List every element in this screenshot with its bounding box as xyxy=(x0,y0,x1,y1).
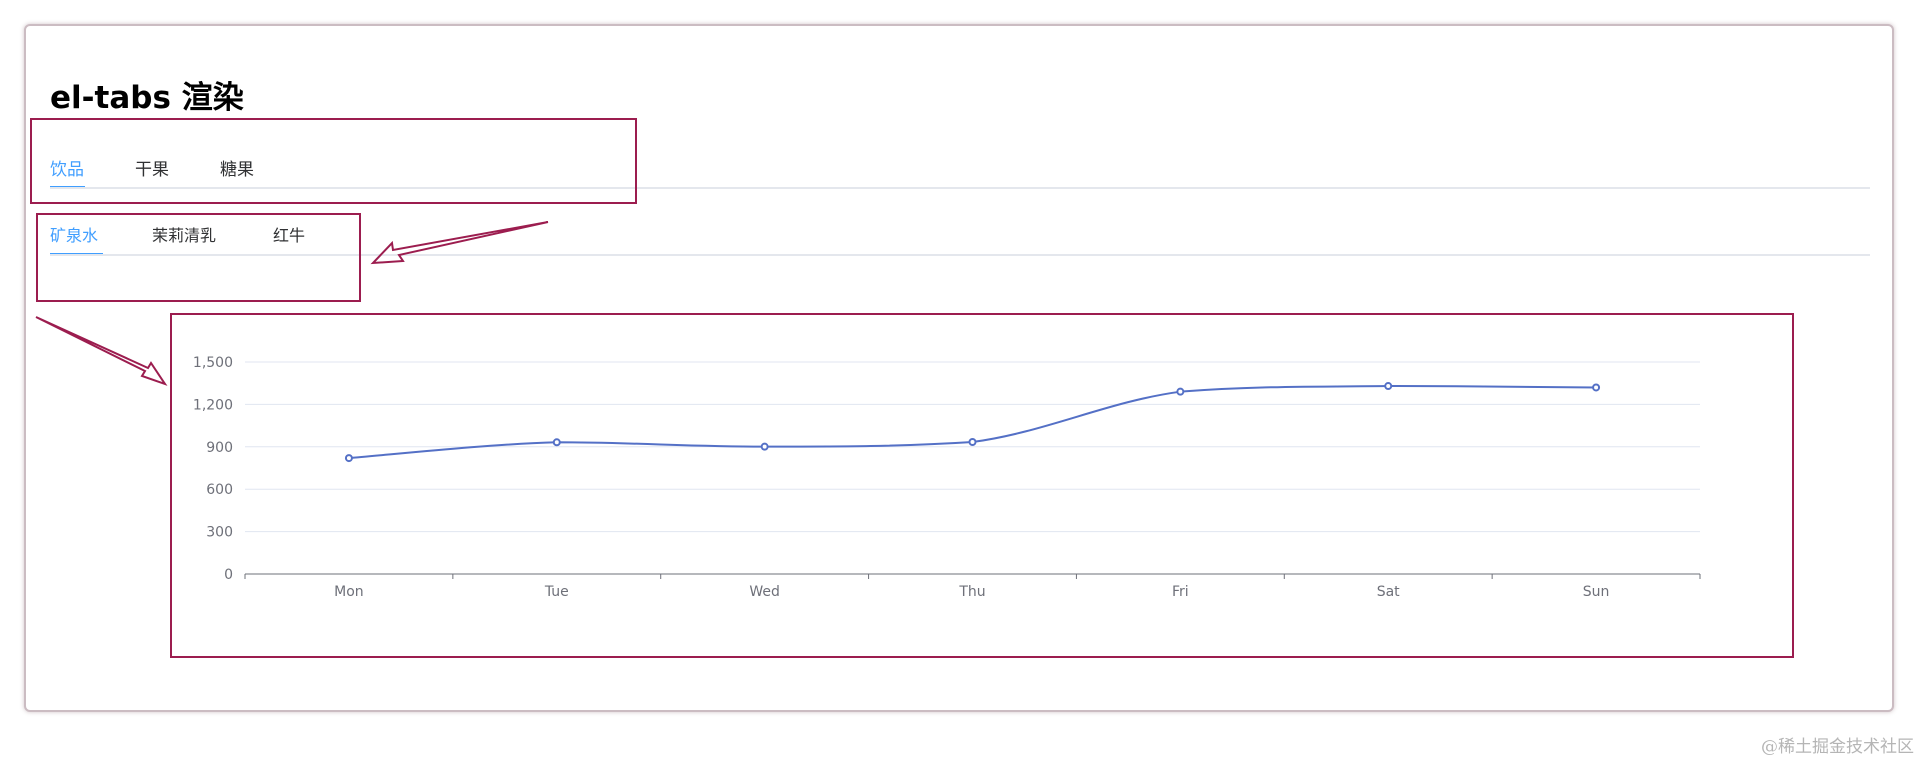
y-tick-label: 900 xyxy=(206,440,233,456)
y-axis: 0 300 600 900 1,200 1,500 xyxy=(193,355,233,583)
x-tick-label: Wed xyxy=(749,584,780,600)
x-tick-label: Sat xyxy=(1377,584,1400,600)
watermark: @稀土掘金技术社区 xyxy=(1761,737,1914,757)
data-point xyxy=(1176,387,1185,396)
x-axis: Mon Tue Wed Thu Fri Sat Sun xyxy=(244,573,1701,600)
y-tick-label: 1,500 xyxy=(193,355,233,371)
x-tick-label: Sun xyxy=(1583,584,1610,600)
y-tick-label: 300 xyxy=(206,525,233,541)
data-point xyxy=(760,442,769,451)
data-point xyxy=(1592,383,1601,392)
y-tick-label: 0 xyxy=(224,567,233,583)
data-point xyxy=(552,438,561,447)
chart-series xyxy=(344,382,1601,463)
x-tick-label: Thu xyxy=(958,584,985,600)
x-tick-label: Tue xyxy=(544,584,569,600)
page: el-tabs 渲染 饮品 干果 糖果 矿泉水 茉莉清乳 红牛 0 300 600 9… xyxy=(0,0,1920,763)
x-tick-label: Mon xyxy=(334,584,364,600)
x-tick-label: Fri xyxy=(1172,584,1189,600)
data-point xyxy=(1384,382,1393,391)
y-tick-label: 1,200 xyxy=(193,397,233,413)
line-chart: 0 300 600 900 1,200 1,500 Mon Tue Wed Thu Fri Sat S… xyxy=(193,355,1701,600)
data-point xyxy=(344,454,353,463)
y-tick-label: 600 xyxy=(206,482,233,498)
data-point xyxy=(968,437,977,446)
